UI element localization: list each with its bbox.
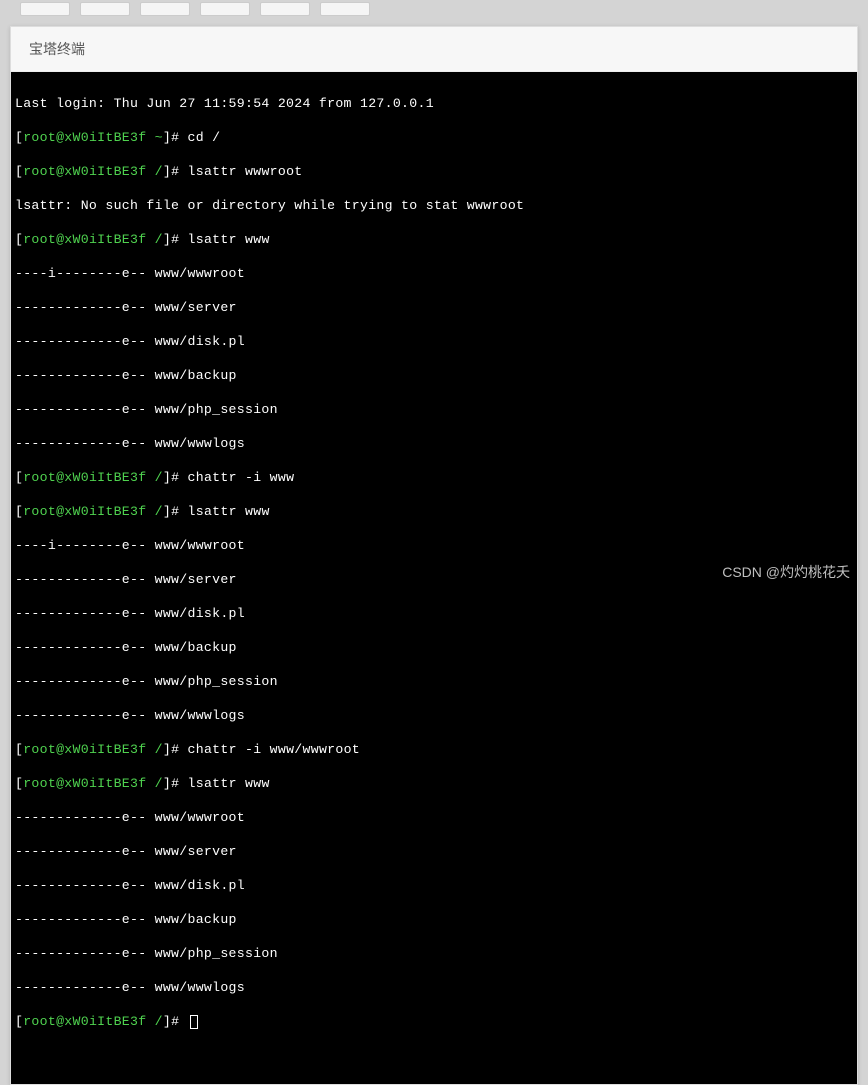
lsattr-output: -------------e-- www/php_session xyxy=(15,945,853,962)
window-title: 宝塔终端 xyxy=(11,27,857,72)
terminal-window: 宝塔终端 Last login: Thu Jun 27 11:59:54 202… xyxy=(10,26,858,1085)
lsattr-output: -------------e-- www/wwwroot xyxy=(15,809,853,826)
lsattr-output: -------------e-- www/disk.pl xyxy=(15,877,853,894)
prompt-line: [root@xW0iItBE3f /]# chattr -i www/wwwro… xyxy=(15,741,853,758)
bg-btn xyxy=(320,2,370,16)
lsattr-output: ----i--------e-- www/wwwroot xyxy=(15,537,853,554)
prompt-line: [root@xW0iItBE3f /]# lsattr www xyxy=(15,775,853,792)
lsattr-output: -------------e-- www/backup xyxy=(15,911,853,928)
lsattr-output: -------------e-- www/wwwlogs xyxy=(15,435,853,452)
lsattr-output: -------------e-- www/php_session xyxy=(15,673,853,690)
lsattr-output: -------------e-- www/backup xyxy=(15,639,853,656)
error-output: lsattr: No such file or directory while … xyxy=(15,197,853,214)
lsattr-output: -------------e-- www/backup xyxy=(15,367,853,384)
bg-btn xyxy=(80,2,130,16)
lsattr-output: -------------e-- www/server xyxy=(15,843,853,860)
lsattr-output: -------------e-- www/wwwlogs xyxy=(15,707,853,724)
lsattr-output: -------------e-- www/disk.pl xyxy=(15,605,853,622)
lsattr-output: -------------e-- www/wwwlogs xyxy=(15,979,853,996)
lsattr-output: -------------e-- www/server xyxy=(15,299,853,316)
cursor-icon xyxy=(190,1015,198,1029)
prompt-line: [root@xW0iItBE3f /]# lsattr www xyxy=(15,231,853,248)
bg-btn xyxy=(260,2,310,16)
lsattr-output: ----i--------e-- www/wwwroot xyxy=(15,265,853,282)
bg-btn xyxy=(140,2,190,16)
lsattr-output: -------------e-- www/php_session xyxy=(15,401,853,418)
background-buttons xyxy=(0,0,868,20)
bg-btn xyxy=(20,2,70,16)
prompt-line: [root@xW0iItBE3f ~]# cd / xyxy=(15,129,853,146)
lsattr-output: -------------e-- www/disk.pl xyxy=(15,333,853,350)
prompt-line: [root@xW0iItBE3f /]# lsattr www xyxy=(15,503,853,520)
watermark-text: CSDN @灼灼桃花夭 xyxy=(722,562,850,582)
last-login-line: Last login: Thu Jun 27 11:59:54 2024 fro… xyxy=(15,95,853,112)
prompt-line: [root@xW0iItBE3f /]# chattr -i www xyxy=(15,469,853,486)
bg-btn xyxy=(200,2,250,16)
prompt-line-current[interactable]: [root@xW0iItBE3f /]# xyxy=(15,1013,853,1030)
prompt-line: [root@xW0iItBE3f /]# lsattr wwwroot xyxy=(15,163,853,180)
